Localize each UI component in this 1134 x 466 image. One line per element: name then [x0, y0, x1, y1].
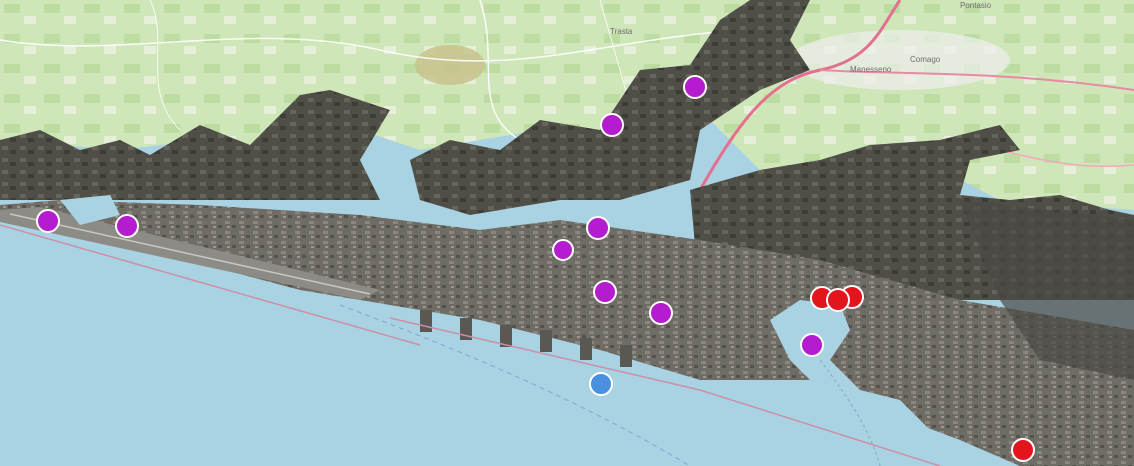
marker-dot [800, 333, 824, 357]
town-label-manesseno: Manesseno [850, 65, 892, 74]
poi-marker-purple[interactable] [36, 209, 60, 233]
marker-dot [649, 301, 673, 325]
marker-dot [593, 280, 617, 304]
current-location-marker[interactable] [589, 372, 613, 396]
town-label-trasta: Trasta [610, 27, 633, 36]
poi-marker-red[interactable] [1011, 438, 1035, 462]
town-label-pontasio: Pontasio [960, 1, 992, 10]
marker-dot [115, 214, 139, 238]
location-dot [589, 372, 613, 396]
marker-dot [600, 113, 624, 137]
poi-marker-purple[interactable] [800, 333, 824, 357]
urban-zone [790, 30, 1010, 90]
poi-marker-purple[interactable] [649, 301, 673, 325]
map-viewport[interactable]: Trasta Manesseno Comago Pontasio [0, 0, 1134, 466]
poi-marker-purple[interactable] [593, 280, 617, 304]
town-label-comago: Comago [910, 55, 941, 64]
poi-marker-purple[interactable] [552, 239, 574, 261]
marker-dot [36, 209, 60, 233]
poi-marker-purple[interactable] [586, 216, 610, 240]
poi-marker-purple[interactable] [600, 113, 624, 137]
marker-dot [552, 239, 574, 261]
marker-dot [586, 216, 610, 240]
poi-marker-purple[interactable] [115, 214, 139, 238]
poi-marker-purple[interactable] [683, 75, 707, 99]
marker-dot [826, 288, 850, 312]
park-area [415, 45, 485, 85]
poi-marker-red[interactable] [826, 288, 850, 312]
terrain-scene: Trasta Manesseno Comago Pontasio [0, 0, 1134, 466]
marker-dot [683, 75, 707, 99]
marker-dot [1011, 438, 1035, 462]
